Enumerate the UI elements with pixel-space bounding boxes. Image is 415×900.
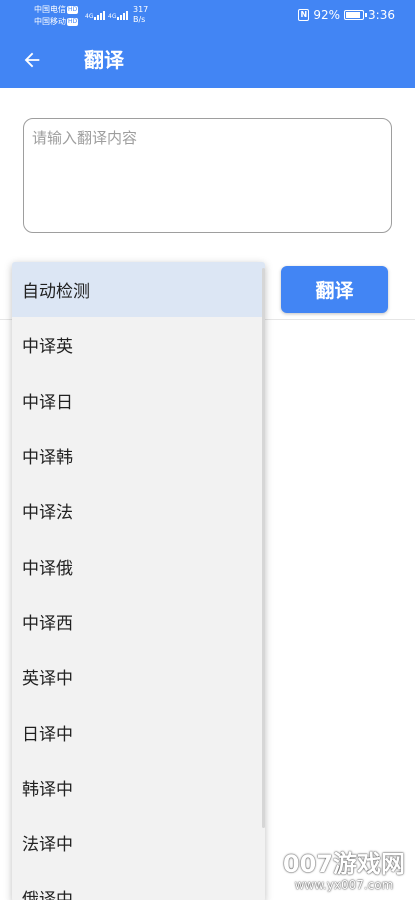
speed-unit: B/s xyxy=(133,15,146,24)
language-dropdown[interactable]: 自动检测 中译英 中译日 中译韩 中译法 中译俄 中译西 英译中 日译中 韩译中… xyxy=(12,262,265,900)
app-bar: 翻译 xyxy=(0,32,415,88)
dropdown-option-zh-en[interactable]: 中译英 xyxy=(12,317,265,372)
network-type-2: 4G xyxy=(108,13,117,20)
carrier-info: 中国电信 HD 中国移动 HD xyxy=(34,4,79,28)
dropdown-option-zh-fr[interactable]: 中译法 xyxy=(12,483,265,538)
carrier-2-name: 中国移动 xyxy=(34,17,66,26)
translate-button[interactable]: 翻译 xyxy=(281,266,388,313)
dropdown-option-zh-es[interactable]: 中译西 xyxy=(12,594,265,649)
hd-badge-2: HD xyxy=(67,17,79,26)
page-title: 翻译 xyxy=(84,48,124,72)
dropdown-scrollbar[interactable] xyxy=(262,268,265,828)
hd-badge-1: HD xyxy=(67,5,79,14)
status-bar: 中国电信 HD 中国移动 HD 4G 4G 317 B/s N 92% 3:36 xyxy=(0,0,415,32)
signal-icon-2: 4G xyxy=(108,8,129,20)
dropdown-option-ko-zh[interactable]: 韩译中 xyxy=(12,760,265,815)
dropdown-option-auto-detect[interactable]: 自动检测 xyxy=(12,262,265,318)
translate-input[interactable] xyxy=(32,127,383,224)
dropdown-option-ja-zh[interactable]: 日译中 xyxy=(12,704,265,759)
arrow-left-icon[interactable] xyxy=(18,46,46,74)
battery-icon xyxy=(344,10,368,20)
watermark-logo: 007游戏网 www.yx007.com xyxy=(283,850,405,892)
signal-icon-1: 4G xyxy=(85,8,106,20)
network-type-1: 4G xyxy=(85,13,94,20)
dropdown-option-ru-zh[interactable]: 俄译中 xyxy=(12,870,265,900)
speed-value: 317 xyxy=(133,5,149,14)
nfc-icon: N xyxy=(298,9,310,21)
carrier-1-name: 中国电信 xyxy=(34,5,66,14)
watermark-url: www.yx007.com xyxy=(294,878,394,892)
status-right: N 92% 3:36 xyxy=(298,8,395,22)
battery-percent: 92% xyxy=(313,8,341,22)
translate-input-box[interactable] xyxy=(23,118,392,233)
dropdown-option-zh-ja[interactable]: 中译日 xyxy=(12,373,265,428)
clock-time: 3:36 xyxy=(368,8,395,22)
watermark-name: 007游戏网 xyxy=(282,850,405,878)
dropdown-option-fr-zh[interactable]: 法译中 xyxy=(12,815,265,870)
dropdown-option-zh-ru[interactable]: 中译俄 xyxy=(12,538,265,593)
dropdown-option-zh-ko[interactable]: 中译韩 xyxy=(12,428,265,483)
dropdown-option-en-zh[interactable]: 英译中 xyxy=(12,649,265,704)
network-speed: 317 B/s xyxy=(133,5,148,25)
